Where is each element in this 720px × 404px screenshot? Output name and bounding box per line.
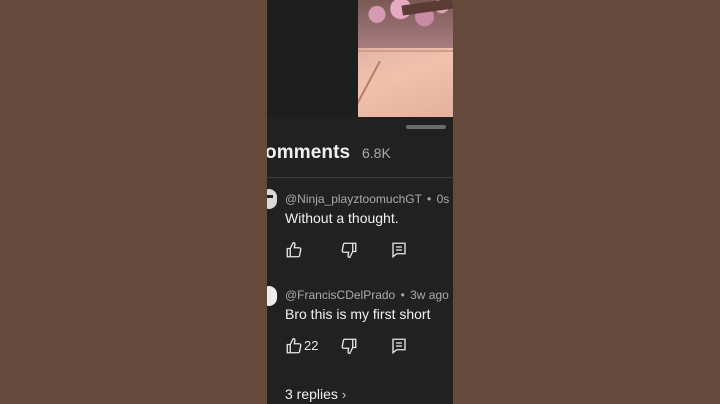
thumbnail-block-edge-2	[358, 60, 381, 111]
comment-author[interactable]: @Ninja_playztoomuchGT	[285, 192, 422, 206]
comments-title: omments	[267, 142, 351, 163]
chevron-right-icon: ›	[341, 387, 347, 402]
comment-meta: @FrancisCDelPrado • 3w ago	[285, 288, 449, 302]
replies-label: 3 replies	[285, 386, 338, 402]
comment-author[interactable]: @FrancisCDelPrado	[285, 288, 395, 302]
thumbs-down-icon[interactable]	[340, 241, 358, 259]
thumbnail-block-edge	[358, 50, 453, 52]
avatar[interactable]	[267, 286, 277, 306]
comments-header: omments 6.8K	[267, 142, 453, 166]
comment-text: Without a thought.	[285, 210, 399, 226]
header-divider	[267, 177, 453, 178]
thumbs-down-icon[interactable]	[340, 337, 358, 355]
comments-panel: omments 6.8K @Ninja_playztoomuchGT • 0s …	[267, 0, 453, 404]
meta-separator: •	[400, 288, 405, 302]
like-count: 22	[304, 338, 319, 353]
reply-icon[interactable]	[390, 337, 408, 355]
comment-meta: @Ninja_playztoomuchGT • 0s ag	[285, 192, 453, 206]
video-thumbnail[interactable]	[358, 0, 453, 117]
comment-text: Bro this is my first short	[285, 306, 431, 322]
comment-actions: 22	[285, 337, 445, 357]
comments-count: 6.8K	[362, 145, 391, 161]
avatar[interactable]	[267, 189, 277, 209]
thumbs-up-icon[interactable]	[285, 337, 303, 355]
meta-separator: •	[427, 192, 432, 206]
view-replies-button[interactable]: 3 replies ›	[285, 386, 346, 402]
comment-time: 0s ag	[436, 192, 453, 206]
reply-icon[interactable]	[390, 241, 408, 259]
video-area[interactable]	[267, 0, 453, 117]
drag-handle[interactable]	[406, 125, 446, 129]
thumbs-up-icon[interactable]	[285, 241, 303, 259]
comment-time: 3w ago	[410, 288, 449, 302]
comment-actions	[285, 241, 445, 261]
